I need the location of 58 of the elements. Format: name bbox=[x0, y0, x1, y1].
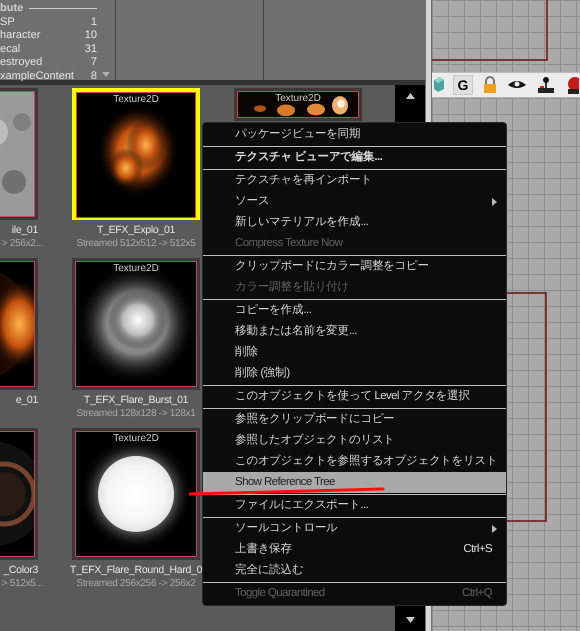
joystick-icon[interactable] bbox=[536, 76, 556, 94]
asset-name: T_EFX_Explo_01 bbox=[96, 223, 176, 237]
menu-item[interactable]: このオブジェクトを使って Level アクタを選択 bbox=[203, 386, 506, 407]
attribute-label[interactable]: estroyed bbox=[0, 56, 42, 70]
section-heading: bute bbox=[0, 2, 24, 16]
menu-item[interactable]: 参照をクリップボードにコピー bbox=[203, 409, 506, 430]
menu-item[interactable]: テクスチャを再インポート bbox=[203, 170, 506, 191]
attribute-count: 7 bbox=[90, 56, 97, 70]
cube-icon[interactable] bbox=[434, 76, 444, 94]
shortcut-label: Ctrl+S bbox=[463, 542, 492, 557]
letter-tool-button[interactable]: G bbox=[453, 75, 473, 95]
asset-type-label: Texture2D bbox=[275, 93, 321, 105]
menu-item[interactable]: パッケージビューを同期 bbox=[203, 124, 506, 145]
asset-info: Streamed 512x512 -> 512x5 bbox=[76, 237, 196, 250]
texture-thumbnail[interactable]: Texture2D bbox=[72, 258, 200, 390]
menu-item[interactable]: 上書き保存 Ctrl+S bbox=[203, 539, 506, 560]
menu-item[interactable]: 移動または名前を変更... bbox=[203, 321, 506, 342]
shortcut-label: Ctrl+Q bbox=[462, 586, 492, 601]
texture-thumbnail[interactable]: Texture2D bbox=[72, 428, 200, 560]
menu-item[interactable]: ソース bbox=[203, 191, 506, 212]
menu-item[interactable]: 削除 (強制) bbox=[203, 363, 506, 384]
asset-type-label: Texture2D bbox=[113, 433, 159, 445]
scroll-up-icon[interactable] bbox=[406, 93, 414, 99]
asset-type-label: Texture2D bbox=[113, 263, 159, 275]
menu-item[interactable]: ファイルにエクスポート... bbox=[203, 495, 506, 516]
asset-name: ile_01 bbox=[12, 223, 38, 237]
attribute-count: 31 bbox=[84, 42, 97, 56]
asset-name: e_01 bbox=[16, 393, 38, 407]
menu-item[interactable]: このオブジェクトを参照するオブジェクトをリスト bbox=[203, 451, 506, 472]
menu-item[interactable]: 完全に読込む bbox=[203, 560, 506, 581]
figure-icon[interactable] bbox=[565, 76, 579, 94]
menu-item[interactable]: 参照したオブジェクトのリスト bbox=[203, 430, 506, 451]
asset-name: T_EFX_Flare_Round_Hard_0 bbox=[70, 563, 202, 577]
attribute-count: 8 bbox=[90, 70, 97, 83]
attribute-label[interactable]: xampleContent bbox=[0, 70, 74, 83]
lock-icon[interactable] bbox=[482, 76, 498, 94]
attribute-count: 1 bbox=[90, 16, 97, 29]
menu-item[interactable]: クリップボードにカラー調整をコピー bbox=[203, 256, 506, 277]
attribute-label[interactable]: haracter bbox=[0, 29, 40, 42]
attribute-count: 10 bbox=[84, 29, 97, 42]
texture-thumbnail[interactable]: Texture2D bbox=[234, 88, 362, 121]
menu-item[interactable]: 削除 bbox=[203, 342, 506, 363]
menu-item[interactable]: テクスチャ ビューアで編集... bbox=[203, 147, 506, 168]
asset-info: Streamed 256x256 -> 256x2 bbox=[76, 577, 196, 590]
asset-info: > 512x5... bbox=[2, 577, 43, 590]
attribute-label[interactable]: ecal bbox=[0, 42, 20, 56]
asset-info: > 256x2... bbox=[2, 237, 43, 250]
attribute-label[interactable]: SP bbox=[0, 16, 15, 29]
asset-name: T_EFX_Flare_Burst_01 bbox=[84, 393, 188, 407]
texture-thumbnail[interactable]: Texture2D bbox=[72, 88, 200, 220]
asset-type-label: Texture2D bbox=[113, 94, 159, 106]
scroll-down-icon[interactable] bbox=[406, 617, 414, 623]
asset-name: _Color3 bbox=[3, 563, 38, 577]
menu-item[interactable]: コピーを作成... bbox=[203, 300, 506, 321]
menu-item[interactable]: ソールコントロール bbox=[203, 518, 506, 539]
menu-item[interactable]: Show Reference Tree bbox=[203, 472, 506, 493]
asset-info: Streamed 128x128 -> 128x1 bbox=[76, 407, 196, 420]
menu-item[interactable]: 新しいマテリアルを作成... bbox=[203, 212, 506, 233]
